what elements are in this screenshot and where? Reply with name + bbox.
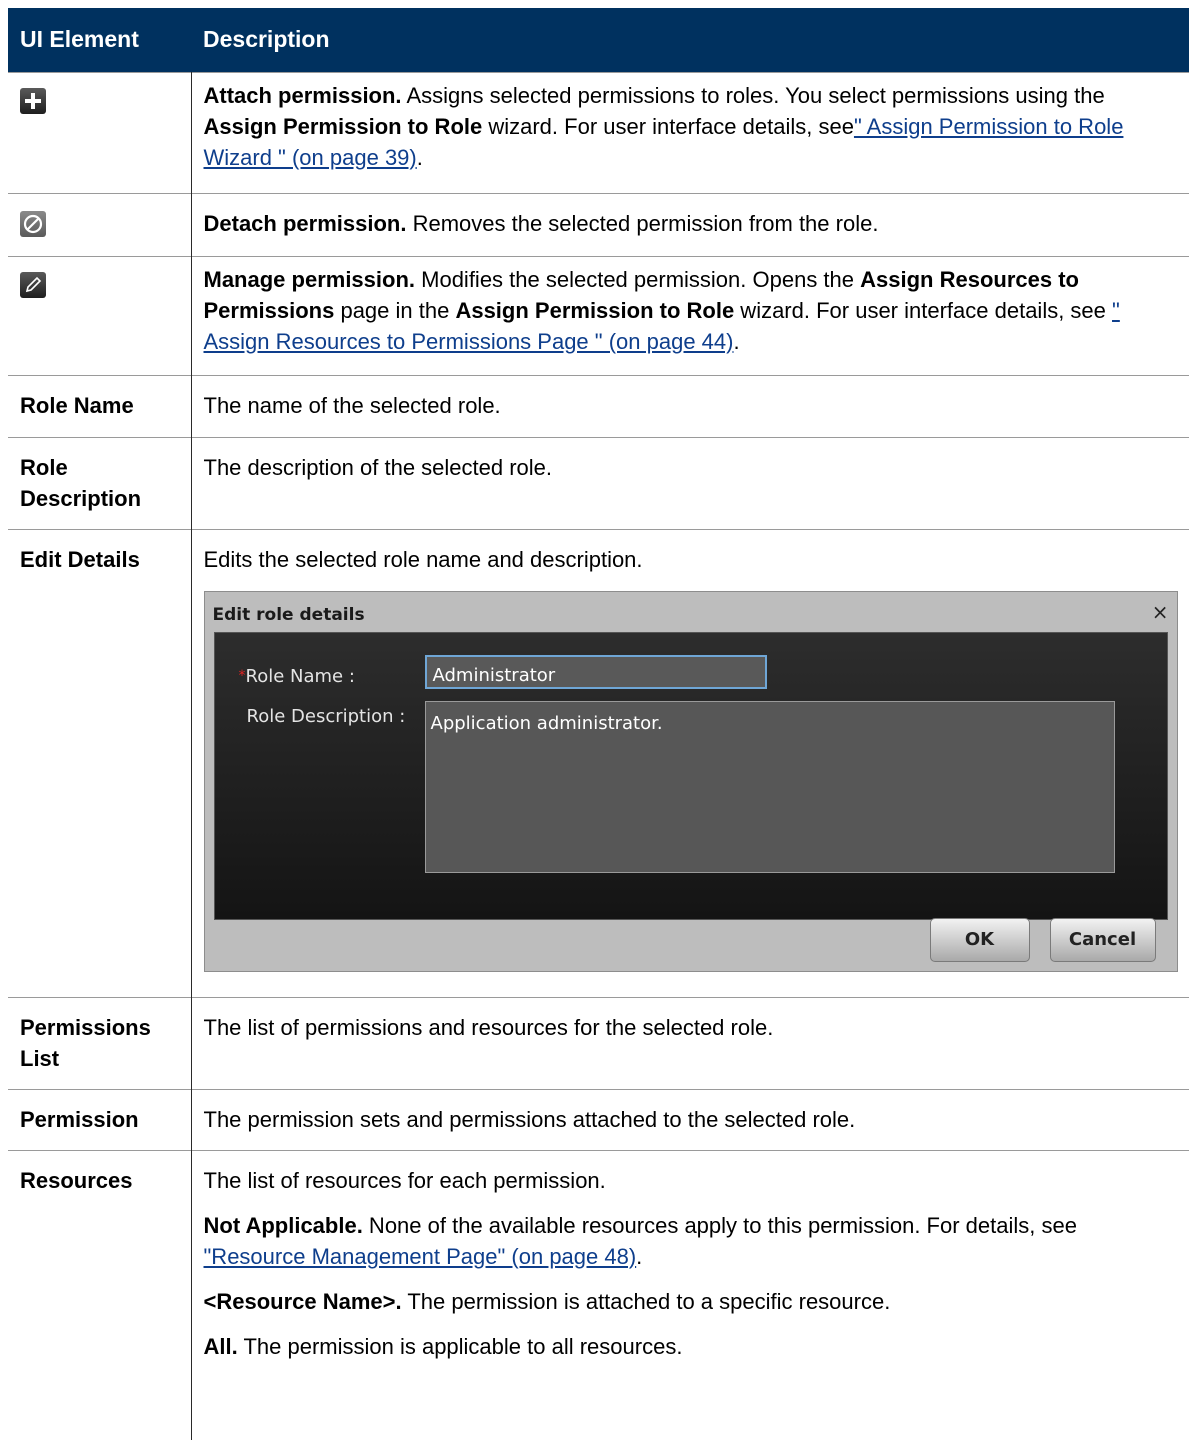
attach-description: Attach permission. Assigns selected perm… — [191, 71, 1189, 193]
header-ui-element: UI Element — [8, 8, 191, 72]
resource-name-text: The permission is attached to a specific… — [401, 1288, 891, 1314]
manage-text-3: wizard. For user interface details, see — [734, 297, 1113, 323]
required-mark: * — [238, 667, 246, 684]
resource-name-term: <Resource Name>. — [203, 1288, 402, 1314]
row-label-edit-details: Edit Details — [8, 528, 192, 997]
row-desc-edit-details: Edits the selected role name and descrip… — [191, 528, 1189, 997]
edit-role-details-dialog: Edit role details × *Role Name : Adminis… — [203, 590, 1178, 972]
dialog-title: Edit role details — [212, 604, 365, 625]
resources-intro: The list of resources for each permissio… — [203, 1167, 606, 1193]
row-label-role-name: Role Name — [8, 374, 192, 437]
manage-text-1: Modifies the selected permission. Opens … — [415, 266, 861, 292]
plus-icon — [20, 87, 46, 114]
table-row-attach-permission: Attach permission. Assigns selected perm… — [8, 71, 1189, 193]
table-header-row: UI Element Description — [8, 8, 1189, 72]
row-label-resources: Resources — [8, 1149, 192, 1440]
resources-all: All. The permission is applicable to all… — [204, 1331, 1180, 1362]
detach-icon-cell — [8, 192, 192, 256]
not-applicable-end: . — [636, 1243, 643, 1269]
no-entry-icon — [20, 210, 46, 237]
row-desc-role-description: The description of the selected role. — [191, 436, 1189, 529]
ui-element-table-container: UI Element Description Attach permission… — [8, 8, 1189, 1440]
manage-wizard-name: Assign Permission to Role — [455, 297, 735, 323]
table-row-detach-permission: Detach permission. Removes the selected … — [8, 192, 1189, 256]
row-label-role-description: Role Description — [8, 436, 192, 529]
manage-description: Manage permission. Modifies the selected… — [191, 255, 1189, 375]
row-desc-permissions-list: The list of permissions and resources fo… — [191, 996, 1189, 1089]
manage-text-4: . — [733, 328, 740, 354]
cancel-button[interactable]: Cancel — [1049, 917, 1156, 962]
role-description-textarea[interactable]: Application administrator. — [424, 700, 1115, 873]
not-applicable-text: None of the available resources apply to… — [362, 1212, 1077, 1238]
ui-element-table: UI Element Description Attach permission… — [8, 8, 1189, 1440]
attach-wizard-name: Assign Permission to Role — [203, 113, 483, 139]
manage-icon-cell — [8, 255, 192, 375]
detach-text: Removes the selected permission from the… — [406, 210, 879, 236]
row-desc-permission: The permission sets and permissions atta… — [191, 1088, 1189, 1150]
manage-text-2: page in the — [334, 297, 456, 323]
ok-button[interactable]: OK — [929, 917, 1030, 962]
table-row-permissions-list: Permissions List The list of permissions… — [8, 996, 1189, 1089]
header-description: Description — [191, 8, 1189, 72]
not-applicable-term: Not Applicable. — [203, 1212, 363, 1238]
edit-details-text: Edits the selected role name and descrip… — [203, 546, 643, 572]
close-icon[interactable]: × — [1152, 597, 1169, 628]
resources-not-applicable: Not Applicable. None of the available re… — [204, 1210, 1180, 1272]
attach-text-2: wizard. For user interface details, see — [482, 113, 854, 139]
manage-term: Manage permission. — [203, 266, 416, 292]
role-name-input[interactable]: Administrator — [424, 654, 767, 689]
row-desc-resources: The list of resources for each permissio… — [191, 1149, 1189, 1440]
detach-term: Detach permission. — [203, 210, 407, 236]
role-name-label-text: Role Name : — [245, 665, 355, 687]
link-resource-management-page[interactable]: "Resource Management Page" (on page 48) — [204, 1244, 637, 1269]
table-row-role-name: Role Name The name of the selected role. — [8, 374, 1189, 437]
role-description-label: Role Description : — [246, 705, 406, 727]
role-name-label: *Role Name : — [239, 661, 355, 692]
attach-icon-cell — [8, 71, 192, 193]
detach-description: Detach permission. Removes the selected … — [191, 192, 1189, 256]
table-row-resources: Resources The list of resources for each… — [8, 1149, 1189, 1440]
row-desc-role-name: The name of the selected role. — [191, 374, 1189, 437]
table-row-edit-details: Edit Details Edits the selected role nam… — [8, 528, 1189, 997]
attach-text-3: . — [416, 144, 423, 170]
attach-text-1: Assigns selected permissions to roles. Y… — [401, 82, 1105, 108]
all-text: The permission is applicable to all reso… — [237, 1333, 683, 1359]
attach-term: Attach permission. — [203, 82, 402, 108]
pencil-icon — [20, 271, 46, 298]
table-row-role-description: Role Description The description of the … — [8, 436, 1189, 529]
table-row-permission: Permission The permission sets and permi… — [8, 1088, 1189, 1150]
table-row-manage-permission: Manage permission. Modifies the selected… — [8, 255, 1189, 375]
row-label-permissions-list: Permissions List — [8, 996, 192, 1089]
resources-resource-name: <Resource Name>. The permission is attac… — [204, 1286, 1180, 1317]
dialog-body: *Role Name : Administrator Role Descript… — [213, 631, 1168, 920]
row-label-permission: Permission — [8, 1088, 192, 1150]
all-term: All. — [203, 1333, 238, 1359]
